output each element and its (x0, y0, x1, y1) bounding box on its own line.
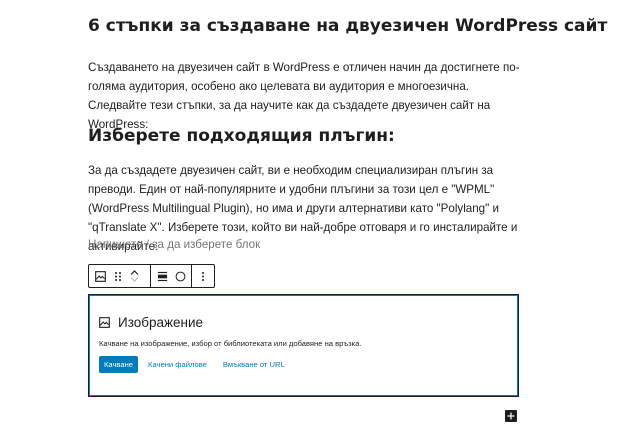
image-block-actions: Качване Качени файлове Вмъкване от URL (99, 356, 291, 373)
drag-handle-icon (115, 271, 121, 281)
block-type-button[interactable] (91, 265, 109, 287)
block-editor-canvas: 6 стъпки за създаване на двуезичен WordP… (0, 0, 620, 446)
post-title[interactable]: 6 стъпки за създаване на двуезичен WordP… (88, 14, 607, 38)
image-block-description: Качване на изображение, избор от библиот… (99, 339, 362, 348)
align-button[interactable] (153, 265, 171, 287)
move-down-icon[interactable] (130, 276, 139, 283)
image-block-title: Изображение (99, 315, 203, 330)
toolbar-group-block (89, 265, 151, 287)
plus-icon (507, 412, 515, 420)
empty-block-placeholder[interactable]: Напишете / за да изберете блок (88, 238, 260, 252)
toolbar-group-options (192, 265, 214, 287)
image-block-label: Изображение (118, 315, 204, 330)
block-inserter-button[interactable] (505, 410, 517, 422)
media-library-button[interactable]: Качени файлове (142, 360, 213, 369)
intro-paragraph[interactable]: Създаването на двуезичен сайт в WordPres… (88, 58, 520, 134)
toolbar-group-align (151, 265, 192, 287)
align-icon (157, 271, 167, 281)
circle-crop-icon (175, 271, 185, 281)
drag-handle[interactable] (109, 265, 127, 287)
block-mover (127, 265, 141, 287)
more-options-button[interactable] (194, 265, 212, 287)
more-options-icon (202, 271, 204, 281)
move-up-icon[interactable] (130, 269, 139, 276)
image-icon (99, 317, 110, 328)
section-heading[interactable]: Изберете подходящия плъгин: (88, 124, 395, 148)
circle-crop-button[interactable] (171, 265, 189, 287)
insert-from-url-button[interactable]: Вмъкване от URL (217, 360, 291, 369)
upload-button[interactable]: Качване (99, 356, 139, 373)
image-block-placeholder[interactable]: Изображение Качване на изображение, избо… (88, 294, 519, 397)
image-icon (94, 270, 106, 282)
block-toolbar (88, 264, 215, 288)
